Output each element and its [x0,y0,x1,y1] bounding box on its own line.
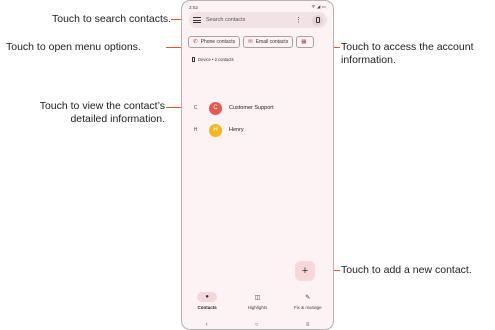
grid-icon: ▦ [301,39,307,45]
callout-contact-line1: Touch to view the contact’s [39,100,165,112]
avatar: C [209,101,222,115]
phone-icon: ✆ [193,39,198,45]
callout-menu: Touch to open menu options. [6,41,141,53]
account-icon[interactable] [312,14,323,26]
chip-label: Phone contacts [200,39,236,45]
chip-more[interactable]: ▦ [296,36,315,48]
nav-contacts[interactable]: ● Contacts [185,292,230,310]
bottom-navigation: ● Contacts ◫ Highlights ✎ Fix & manage [182,292,333,318]
callout-search: Touch to search contacts. [52,13,172,25]
nav-fix-manage[interactable]: ✎ Fix & manage [285,292,330,311]
status-time: 2:52 [189,4,198,10]
callout-account-line1: Touch to access the account [341,41,474,53]
nav-label: Contacts [197,305,217,310]
callout-account-line2: information. [341,53,396,66]
system-navigation: ‹ ○ ≡ [182,319,333,329]
home-icon[interactable]: ○ [255,322,259,328]
add-contact-button[interactable]: + [295,261,315,281]
callout-account: Touch to access the account information. [341,41,474,66]
chip-email-contacts[interactable]: ✉ Email contacts [243,36,294,48]
nav-label: Fix & manage [293,305,322,310]
recents-icon[interactable]: ≡ [306,322,310,328]
status-icons: ᯤ ◢ ▭ [311,4,326,9]
section-letter: H [193,127,198,133]
person-icon: ● [197,292,218,302]
device-count: Device • 2 contacts [192,57,234,62]
contact-row[interactable]: H H Henry [182,122,333,138]
nav-label: Highlights [247,305,268,310]
phone-screen: 2:52 ᯤ ◢ ▭ Search contacts ⋮ ✆ Phone con… [181,0,334,330]
nav-highlights[interactable]: ◫ Highlights [235,292,280,311]
section-letter: C [193,105,198,111]
avatar: H [209,123,222,137]
email-icon: ✉ [248,39,253,45]
filter-chips: ✆ Phone contacts ✉ Email contacts ▦ [188,36,315,48]
device-label: Device • 2 contacts [198,57,234,62]
more-options-icon[interactable]: ⋮ [295,17,302,24]
search-input[interactable]: Search contacts [206,17,295,23]
highlights-icon: ◫ [254,294,261,301]
chip-label: Email contacts [255,39,289,45]
callout-contact-line2: detailed information. [70,112,165,125]
contact-name: Henry [229,127,244,133]
wrench-icon: ✎ [305,294,311,301]
search-bar[interactable]: Search contacts ⋮ [189,12,327,28]
callout-contact: Touch to view the contact’s detailed inf… [18,100,165,125]
device-icon [192,57,195,62]
hamburger-menu-icon[interactable] [193,17,201,23]
contact-row[interactable]: C C Customer Support [182,100,333,116]
back-icon[interactable]: ‹ [206,322,208,328]
chip-phone-contacts[interactable]: ✆ Phone contacts [188,36,241,48]
callout-add: Touch to add a new contact. [341,264,472,276]
contact-name: Customer Support [229,105,274,111]
